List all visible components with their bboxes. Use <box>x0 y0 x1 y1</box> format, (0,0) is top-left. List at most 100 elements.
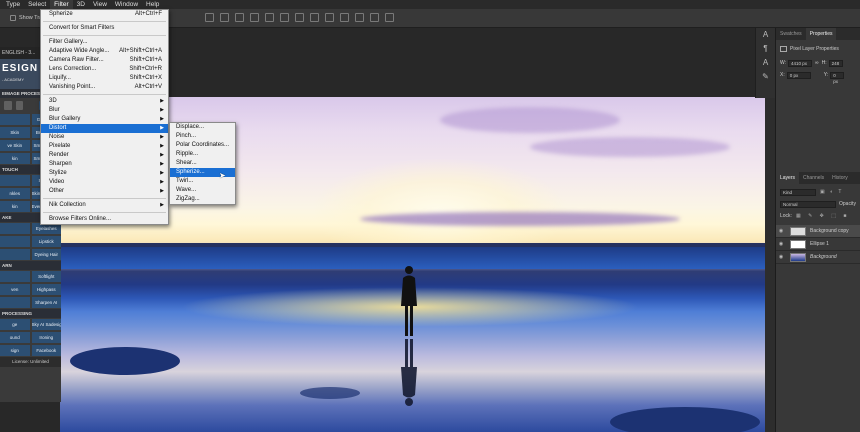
facebook-button[interactable]: Facebook <box>31 345 61 356</box>
align-icon[interactable] <box>310 13 319 22</box>
align-icon[interactable] <box>325 13 334 22</box>
tab-properties[interactable]: Properties <box>805 28 837 40</box>
tab-swatches[interactable]: Swatches <box>776 28 806 40</box>
align-icon[interactable] <box>280 13 289 22</box>
filter-menu-item[interactable]: Adaptive Wide Angle... Alt+Shift+Ctrl+A <box>41 47 168 56</box>
align-icon[interactable] <box>235 13 244 22</box>
filter-menu-item[interactable]: Nik Collection ▶ <box>41 201 168 210</box>
align-icon[interactable] <box>340 13 349 22</box>
filter-menu-item[interactable]: Sharpen ▶ <box>41 160 168 169</box>
align-icon[interactable] <box>370 13 379 22</box>
button[interactable] <box>0 271 30 282</box>
align-icon[interactable] <box>250 13 259 22</box>
align-icon[interactable] <box>355 13 364 22</box>
paragraph-icon[interactable]: ¶ <box>756 42 775 56</box>
y-field[interactable]: 0 px <box>830 71 845 84</box>
align-icon[interactable] <box>205 13 214 22</box>
button[interactable]: ge <box>0 319 30 330</box>
filter-menu-item[interactable]: Camera Raw Filter... Shift+Ctrl+A <box>41 56 168 65</box>
canvas-scrollbar[interactable] <box>765 97 775 432</box>
align-icon[interactable] <box>265 13 274 22</box>
filter-menu-item[interactable]: Blur Gallery ▶ <box>41 115 168 124</box>
button[interactable] <box>0 223 30 234</box>
button[interactable]: ven <box>0 284 30 295</box>
lock-icons[interactable]: ▦ ✎ ✥ ⬚ ■ <box>796 213 849 219</box>
highpass-button[interactable]: Highpass <box>31 284 61 295</box>
filter-menu-item[interactable]: Lens Correction... Shift+Ctrl+R <box>41 65 168 74</box>
filter-menu-item[interactable]: Distort ▶ <box>41 124 168 133</box>
distort-menu-item[interactable]: Wave... <box>170 186 235 195</box>
button[interactable]: sign <box>0 345 30 356</box>
button[interactable] <box>0 236 30 247</box>
tool-preset-icon[interactable]: ✎ <box>756 70 775 84</box>
glyph-icon[interactable]: A <box>756 56 775 70</box>
filter-menu-item[interactable]: Liquify... Shift+Ctrl+X <box>41 74 168 83</box>
sharpen-ai-button[interactable]: Sharpen AI <box>31 297 61 308</box>
filter-menu-item[interactable]: Other ▶ <box>41 187 168 196</box>
button[interactable] <box>0 175 30 186</box>
blend-mode-select[interactable]: Normal <box>780 200 836 208</box>
character-icon[interactable]: A <box>756 28 775 42</box>
button[interactable]: kin <box>0 153 30 164</box>
menu-view[interactable]: View <box>89 0 111 9</box>
blank-icon[interactable] <box>27 101 35 110</box>
ironing-button[interactable]: Ironing <box>31 332 61 343</box>
tab-layers[interactable]: Layers <box>776 172 800 184</box>
filter-menu-item[interactable]: Blur ▶ <box>41 106 168 115</box>
distort-menu-item[interactable]: Ripple... <box>170 150 235 159</box>
sky-ai-button[interactable]: Sky AI Sadesign <box>31 319 61 330</box>
filter-menu-item[interactable]: Render ▶ <box>41 151 168 160</box>
tab-history[interactable]: History <box>828 172 852 184</box>
kind-filter[interactable]: Kind <box>780 188 816 196</box>
lipstick-button[interactable]: Lipstick <box>31 236 61 247</box>
menu-select[interactable]: Select <box>24 0 50 9</box>
distort-menu-item[interactable]: Shear... <box>170 159 235 168</box>
distort-menu-item[interactable]: Pinch... <box>170 132 235 141</box>
layer-row[interactable]: ◉ Background copy <box>776 225 860 238</box>
distort-menu-item[interactable]: Polar Coordinates... <box>170 141 235 150</box>
align-icon[interactable] <box>385 13 394 22</box>
eye-icon[interactable]: ◉ <box>776 254 786 260</box>
link-icon[interactable]: ∞ <box>815 60 819 66</box>
print-icon[interactable] <box>4 101 12 110</box>
button[interactable]: Skin <box>0 127 30 138</box>
menu-filter[interactable]: Filter <box>50 0 73 9</box>
layer-row[interactable]: ◉ Ellipse 1 <box>776 238 860 251</box>
distort-menu-item[interactable]: ZigZag... <box>170 195 235 204</box>
softlight-button[interactable]: Softlight <box>31 271 61 282</box>
button[interactable] <box>0 249 30 260</box>
distort-menu-item[interactable]: Displace... <box>170 123 235 132</box>
menu-help[interactable]: Help <box>142 0 163 9</box>
w-field[interactable]: 4410 px <box>788 59 813 67</box>
button[interactable] <box>0 114 30 125</box>
align-icon[interactable] <box>220 13 229 22</box>
eye-icon[interactable]: ◉ <box>776 241 786 247</box>
button[interactable]: ve Skin <box>0 140 30 151</box>
button[interactable]: nkles <box>0 188 30 199</box>
button[interactable]: ound <box>0 332 30 343</box>
filter-menu-item[interactable]: Pixelate ▶ <box>41 142 168 151</box>
filter-menu-item[interactable]: 3D ▶ <box>41 97 168 106</box>
button[interactable] <box>0 297 30 308</box>
layer-row[interactable]: ◉ Background <box>776 251 860 264</box>
button[interactable]: kin <box>0 201 30 212</box>
filter-menu-item[interactable]: Spherize Alt+Ctrl+F <box>41 10 168 19</box>
color-icon[interactable] <box>15 101 24 110</box>
h-field[interactable]: 248 <box>828 59 843 67</box>
tab-channels[interactable]: Channels <box>799 172 828 184</box>
dyeing-hair-button[interactable]: Dyeing Hair <box>31 249 61 260</box>
filter-menu-item[interactable]: Browse Filters Online... <box>41 215 168 224</box>
show-transform-checkbox[interactable] <box>10 15 16 21</box>
menu-3d[interactable]: 3D <box>73 0 89 9</box>
filter-icons[interactable]: ▣ ◐ T <box>820 189 844 195</box>
x-field[interactable]: 0 px <box>786 71 811 79</box>
menu-window[interactable]: Window <box>111 0 142 9</box>
filter-menu-item[interactable]: Convert for Smart Filters <box>41 24 168 33</box>
filter-menu-item[interactable]: Filter Gallery... <box>41 38 168 47</box>
filter-menu-item[interactable]: Video ▶ <box>41 178 168 187</box>
filter-menu-item[interactable]: Noise ▶ <box>41 133 168 142</box>
menu-type[interactable]: Type <box>2 0 24 9</box>
eye-icon[interactable]: ◉ <box>776 228 786 234</box>
filter-menu-item[interactable]: Vanishing Point... Alt+Ctrl+V <box>41 83 168 92</box>
align-icon[interactable] <box>295 13 304 22</box>
